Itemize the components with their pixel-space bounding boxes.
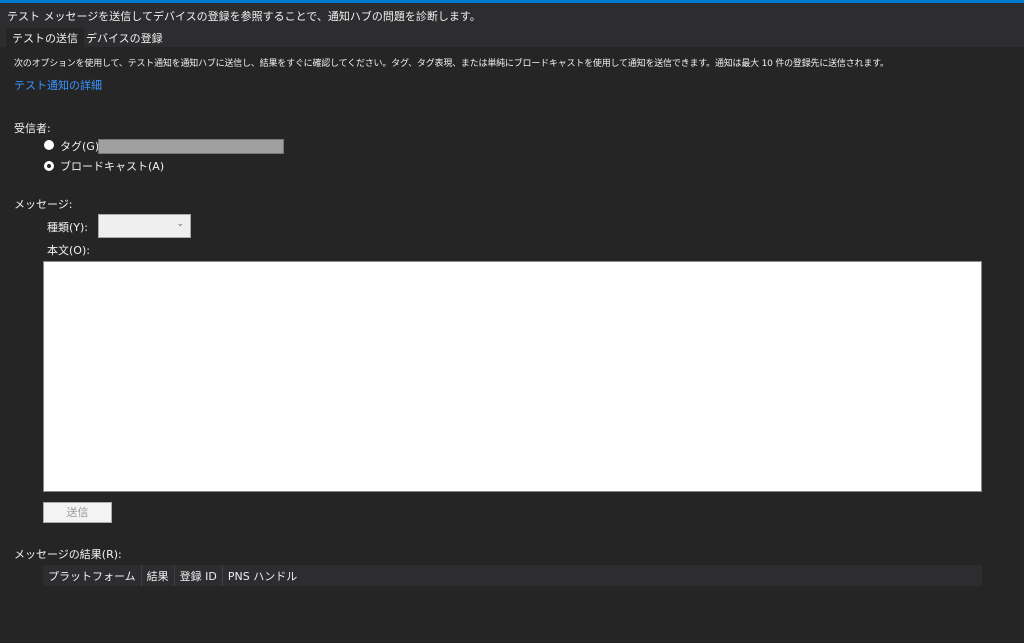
column-registration-id[interactable]: 登録 ID: [175, 565, 223, 586]
tag-input[interactable]: [98, 139, 284, 154]
recipients-label: 受信者:: [14, 122, 51, 135]
tab-send-test[interactable]: テストの送信: [6, 28, 84, 47]
type-label: 種類(Y):: [47, 221, 89, 234]
column-platform[interactable]: プラットフォーム: [43, 565, 142, 586]
message-label: メッセージ:: [14, 198, 73, 211]
details-link[interactable]: テスト通知の詳細: [14, 77, 102, 93]
broadcast-radio[interactable]: [44, 161, 54, 171]
broadcast-radio-label: ブロードキャスト(A): [60, 160, 165, 173]
tag-radio[interactable]: [44, 140, 54, 150]
column-pns-handle[interactable]: PNS ハンドル: [223, 565, 302, 586]
column-result[interactable]: 結果: [142, 565, 175, 586]
send-button[interactable]: 送信: [43, 502, 112, 523]
description: 次のオプションを使用して、テスト通知を通知ハブに送信し、結果をすぐに確認してくだ…: [14, 59, 889, 69]
tag-radio-label: タグ(G): [60, 140, 100, 153]
tab-device-registrations[interactable]: デバイスの登録: [80, 28, 169, 47]
results-label: メッセージの結果(R):: [14, 548, 122, 561]
body-label: 本文(O):: [47, 244, 90, 257]
page-title: テスト メッセージを送信してデバイスの登録を参照することで、通知ハブの問題を診断…: [7, 10, 481, 23]
body-textarea[interactable]: [43, 261, 982, 492]
results-table-header: プラットフォーム 結果 登録 ID PNS ハンドル: [43, 565, 982, 586]
chevron-down-icon: ⌄: [176, 219, 184, 229]
type-dropdown[interactable]: ⌄: [98, 214, 191, 238]
